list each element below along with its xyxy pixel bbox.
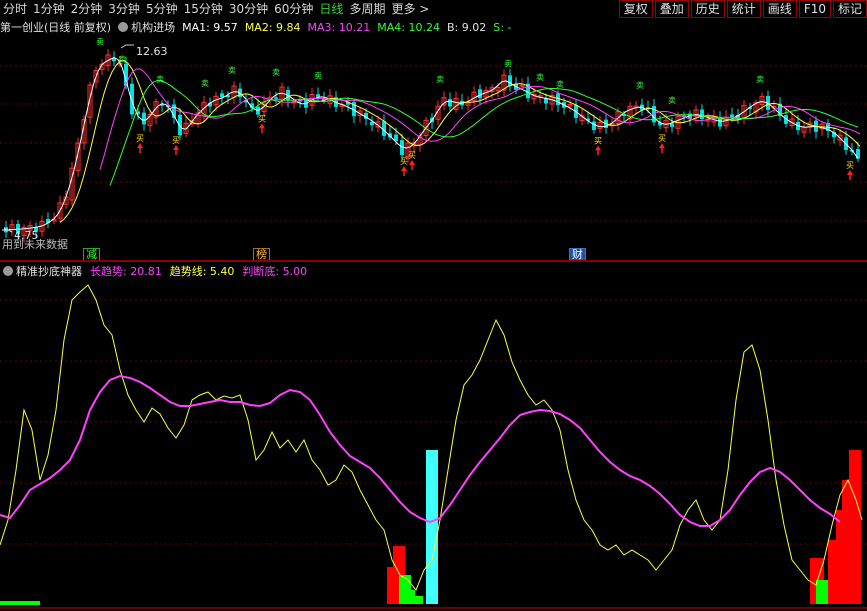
candle-body	[130, 83, 134, 115]
indicator-bar	[828, 540, 836, 604]
sell-marker: 卖	[272, 68, 280, 77]
indicator-bar	[415, 596, 423, 604]
indicator-legend: 精准抄底神器 长趋势: 20.81 趋势线: 5.40 判断底: 5.00	[0, 263, 315, 279]
sell-marker: 卖	[201, 79, 209, 88]
indicator-title[interactable]: 精准抄底神器	[16, 263, 82, 279]
ma1-line	[1, 56, 859, 231]
up-arrow-icon	[173, 145, 179, 150]
buy-marker: 买	[258, 114, 266, 123]
up-arrow-icon	[137, 143, 143, 148]
up-arrow-icon	[595, 145, 601, 151]
buy-marker: 买	[846, 161, 854, 170]
up-arrow-icon	[659, 143, 665, 149]
sell-marker: 卖	[436, 75, 444, 84]
ma2-line	[59, 59, 861, 223]
sell-marker: 卖	[756, 75, 764, 84]
sell-marker: 卖	[536, 73, 544, 82]
long-trend-line	[0, 374, 841, 527]
candlestick-series	[4, 49, 860, 243]
ma3-line	[99, 68, 861, 170]
sell-marker: 卖	[156, 75, 164, 84]
future-data-note: 用到未来数据	[2, 238, 68, 251]
sell-marker: 卖	[556, 80, 564, 89]
candle-body	[592, 121, 596, 131]
sell-marker: 卖	[314, 71, 322, 80]
moving-average-lines	[1, 56, 861, 231]
indicator-gear-icon[interactable]	[3, 266, 13, 276]
sell-marker: 卖	[96, 38, 104, 47]
candle-body	[220, 93, 224, 98]
up-arrow-icon	[259, 123, 265, 129]
indicator-bar	[405, 590, 415, 604]
bottom-border	[0, 607, 867, 609]
sell-marker: 卖	[668, 96, 676, 105]
chart-canvas[interactable]: 卖卖卖 卖卖卖卖卖卖卖卖 卖卖卖买 买买买买买 买买	[0, 0, 867, 611]
pane-separator[interactable]	[0, 260, 867, 262]
candle-body	[274, 97, 278, 99]
sell-marker: 卖	[118, 55, 126, 64]
up-arrow-icon	[409, 160, 415, 165]
buy-marker: 买	[408, 151, 416, 160]
judge-bottom-value: 判断底: 5.00	[242, 265, 308, 278]
indicator-bar	[816, 580, 828, 604]
sell-marker: 卖	[504, 59, 512, 68]
indicator-bar	[426, 450, 438, 604]
candle-body	[478, 89, 482, 99]
buy-marker: 买	[594, 136, 602, 145]
high-price-label: 12.63	[136, 45, 168, 58]
sell-marker: 卖	[636, 81, 644, 90]
up-arrow-icon	[401, 166, 407, 171]
candle-body	[316, 94, 320, 97]
indicator-bar	[849, 450, 861, 604]
buy-marker: 买	[658, 134, 666, 143]
long-trend-value: 长趋势: 20.81	[90, 265, 162, 278]
high-pointer	[120, 44, 134, 49]
up-arrow-icon	[847, 170, 853, 175]
candle-body	[508, 75, 512, 87]
indicator-bar	[842, 480, 850, 604]
candle-body	[700, 109, 704, 120]
buy-marker: 买	[400, 157, 408, 166]
candle-body	[142, 112, 146, 125]
sell-marker: 卖	[228, 66, 236, 75]
candle-body	[718, 118, 722, 127]
indicator-bar	[0, 601, 40, 605]
candle-body	[448, 99, 452, 107]
trend-line-value: 趋势线: 5.40	[169, 265, 235, 278]
buy-marker: 买	[172, 136, 180, 145]
indicator-bars	[0, 450, 861, 605]
buy-marker: 买	[136, 134, 144, 143]
